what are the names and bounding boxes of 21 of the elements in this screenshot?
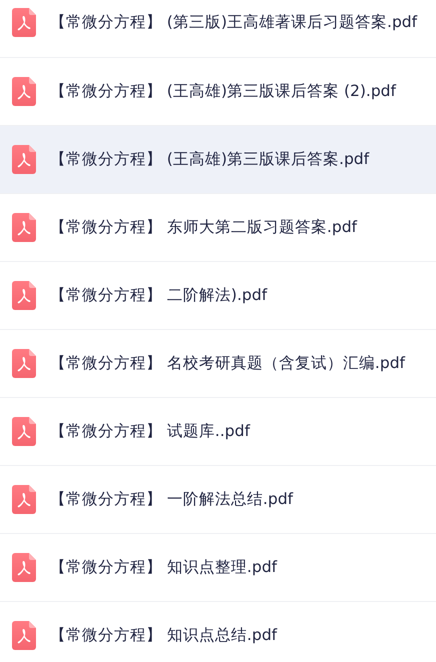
file-name: 【常微分方程】 (第三版)王高雄著课后习题答案.pdf	[50, 12, 418, 33]
pdf-file-icon	[12, 417, 36, 446]
file-name: 【常微分方程】 二阶解法).pdf	[50, 285, 268, 306]
file-name: 【常微分方程】 东师大第二版习题答案.pdf	[50, 217, 357, 238]
pdf-file-icon	[12, 621, 36, 650]
file-name: 【常微分方程】 (王高雄)第三版课后答案 (2).pdf	[50, 81, 396, 102]
file-name: 【常微分方程】 名校考研真题（含复试）汇编.pdf	[50, 353, 405, 374]
file-row[interactable]: 【常微分方程】 (王高雄)第三版课后答案.pdf	[0, 125, 436, 193]
pdf-file-icon	[12, 485, 36, 514]
pdf-file-icon	[12, 145, 36, 174]
file-name: 【常微分方程】 一阶解法总结.pdf	[50, 489, 293, 510]
pdf-file-icon	[12, 8, 36, 37]
file-name: 【常微分方程】 知识点整理.pdf	[50, 557, 277, 578]
pdf-file-icon	[12, 213, 36, 242]
file-name: 【常微分方程】 试题库..pdf	[50, 421, 250, 442]
pdf-file-icon	[12, 281, 36, 310]
pdf-file-icon	[12, 349, 36, 378]
pdf-file-icon	[12, 553, 36, 582]
file-name: 【常微分方程】 知识点总结.pdf	[50, 625, 277, 646]
file-name: 【常微分方程】 (王高雄)第三版课后答案.pdf	[50, 149, 370, 170]
pdf-file-icon	[12, 77, 36, 106]
